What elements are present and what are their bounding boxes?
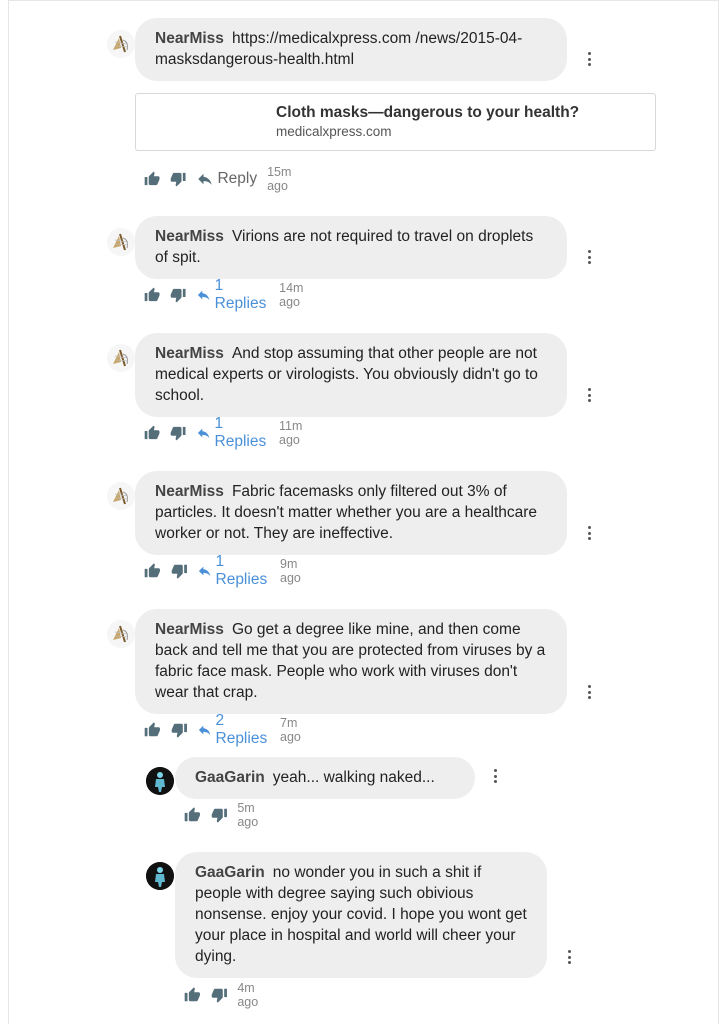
more-vertical-icon[interactable] bbox=[566, 950, 572, 968]
comment-actions: 5m ago bbox=[184, 801, 269, 829]
reply-label: Reply bbox=[217, 170, 258, 187]
replies-toggle[interactable]: 1 Replies bbox=[197, 553, 270, 589]
replies-toggle[interactable]: 2 Replies bbox=[197, 712, 270, 748]
comment-bubble: NearMiss Go get a degree like mine, and t… bbox=[135, 609, 567, 714]
avatar[interactable] bbox=[107, 620, 135, 648]
replies-toggle[interactable]: 1 Replies bbox=[196, 277, 269, 313]
avatar[interactable] bbox=[146, 767, 174, 795]
comment-actions: 1 Replies 11m ago bbox=[144, 415, 314, 450]
more-vertical-icon[interactable] bbox=[586, 52, 592, 70]
avatar[interactable] bbox=[146, 862, 174, 890]
timestamp: 14m ago bbox=[279, 281, 304, 309]
avatar[interactable] bbox=[107, 344, 135, 372]
author-name[interactable]: NearMiss bbox=[155, 483, 224, 500]
timestamp: 11m ago bbox=[279, 419, 303, 447]
thumbs-up-icon[interactable] bbox=[144, 169, 160, 189]
author-name[interactable]: NearMiss bbox=[155, 228, 224, 245]
more-vertical-icon[interactable] bbox=[492, 769, 498, 787]
more-vertical-icon[interactable] bbox=[586, 685, 592, 703]
thumbs-down-icon[interactable] bbox=[170, 423, 186, 443]
replies-count-label: 1 Replies bbox=[214, 415, 267, 450]
comment-bubble: NearMiss https://medicalxpress.com /news/… bbox=[135, 18, 567, 81]
thumbs-up-icon[interactable] bbox=[144, 423, 160, 443]
thumbs-up-icon[interactable] bbox=[144, 285, 160, 305]
thumbs-up-icon[interactable] bbox=[184, 985, 201, 1005]
author-name[interactable]: NearMiss bbox=[155, 30, 224, 47]
link-preview-title: Cloth masks—dangerous to your health? bbox=[276, 104, 580, 121]
timestamp: 4m ago bbox=[237, 981, 259, 1009]
thumbs-down-icon[interactable] bbox=[170, 285, 186, 305]
thumbs-down-icon[interactable] bbox=[171, 720, 188, 740]
comment-bubble: GaaGarin no wonder you in such a shit if … bbox=[175, 852, 547, 978]
comment-bubble: NearMiss And stop assuming that other peo… bbox=[135, 333, 567, 417]
timestamp: 15m ago bbox=[267, 165, 292, 193]
comment-actions: 1 Replies 9m ago bbox=[144, 553, 312, 588]
replies-count-label: 1 Replies bbox=[214, 277, 267, 312]
thumbs-down-icon[interactable] bbox=[171, 561, 188, 581]
avatar[interactable] bbox=[107, 228, 135, 256]
timestamp: 9m ago bbox=[280, 557, 301, 585]
link-preview-card[interactable]: Cloth masks—dangerous to your health? me… bbox=[135, 93, 656, 151]
comment-actions: 2 Replies 7m ago bbox=[144, 712, 312, 747]
thumbs-down-icon[interactable] bbox=[170, 169, 186, 189]
reply-arrow-icon bbox=[197, 562, 212, 580]
author-name[interactable]: GaaGarin bbox=[195, 769, 265, 786]
reply-arrow-icon bbox=[197, 721, 212, 739]
replies-count-label: 2 Replies bbox=[215, 712, 268, 747]
replies-count-label: 1 Replies bbox=[215, 553, 268, 588]
timestamp: 5m ago bbox=[237, 801, 259, 829]
avatar[interactable] bbox=[107, 30, 135, 58]
more-vertical-icon[interactable] bbox=[586, 526, 592, 544]
comment-bubble: NearMiss Virions are not required to trav… bbox=[135, 216, 567, 279]
thumbs-up-icon[interactable] bbox=[144, 720, 161, 740]
reply-arrow-icon bbox=[196, 286, 211, 304]
replies-toggle[interactable]: 1 Replies bbox=[196, 415, 269, 451]
author-name[interactable]: GaaGarin bbox=[195, 864, 265, 881]
reply-button[interactable]: Reply bbox=[196, 170, 257, 188]
author-name[interactable]: NearMiss bbox=[155, 345, 224, 362]
author-name[interactable]: NearMiss bbox=[155, 621, 224, 638]
comment-bubble: NearMiss Fabric facemasks only filtered o… bbox=[135, 471, 567, 555]
more-vertical-icon[interactable] bbox=[586, 388, 592, 406]
comment-bubble: GaaGarin yeah... walking naked... bbox=[175, 757, 475, 799]
comment-text[interactable]: yeah... walking naked... bbox=[273, 769, 435, 786]
link-preview-domain: medicalxpress.com bbox=[276, 124, 392, 139]
more-vertical-icon[interactable] bbox=[586, 250, 592, 268]
comment-actions: 4m ago bbox=[184, 981, 269, 1009]
thumbs-up-icon[interactable] bbox=[184, 805, 201, 825]
comment-actions: Reply 15m ago bbox=[144, 165, 303, 193]
reply-arrow-icon bbox=[196, 424, 211, 442]
thumbs-down-icon[interactable] bbox=[211, 805, 228, 825]
comment-actions: 1 Replies 14m ago bbox=[144, 277, 315, 312]
avatar[interactable] bbox=[107, 482, 135, 510]
reply-arrow-icon bbox=[196, 170, 214, 188]
thumbs-up-icon[interactable] bbox=[144, 561, 161, 581]
thumbs-down-icon[interactable] bbox=[211, 985, 228, 1005]
timestamp: 7m ago bbox=[280, 716, 301, 744]
